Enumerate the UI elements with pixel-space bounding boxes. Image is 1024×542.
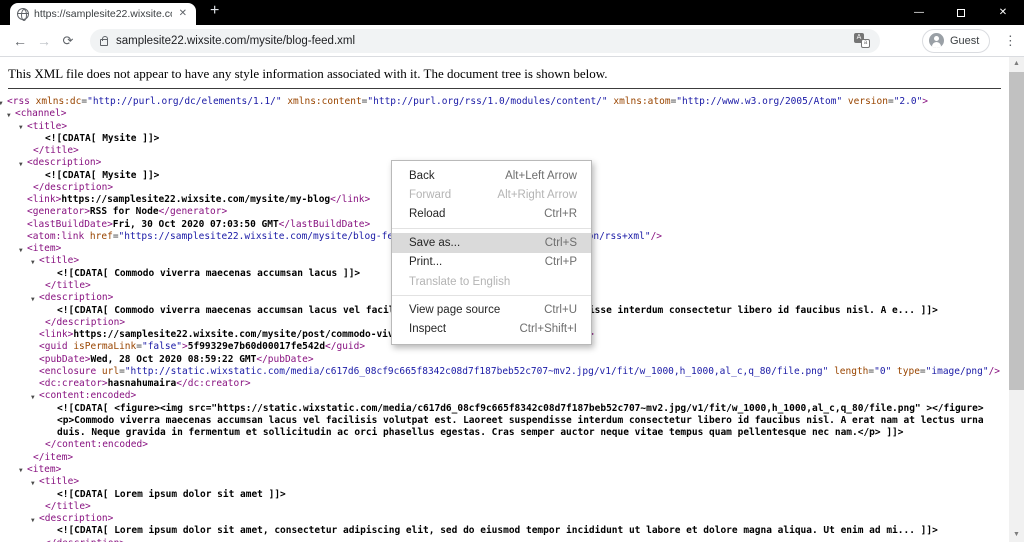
menu-separator <box>392 228 591 230</box>
context-menu-item-translate-to-english[interactable]: Translate to English <box>392 272 591 291</box>
scrollbar-thumb[interactable] <box>1009 72 1024 390</box>
menu-item-shortcut: Alt+Left Arrow <box>505 169 577 182</box>
close-window-button[interactable]: ✕ <box>982 0 1024 25</box>
restore-icon <box>957 8 965 17</box>
menu-item-shortcut: Ctrl+P <box>544 256 577 269</box>
xml-line: duis. Neque gravida in fermentum et soll… <box>57 427 904 439</box>
menu-item-shortcut: Ctrl+S <box>544 236 577 249</box>
context-menu-item-view-page-source[interactable]: View page source Ctrl+U <box>392 300 591 319</box>
address-bar[interactable]: samplesite22.wixsite.com/mysite/blog-fee… <box>90 28 880 53</box>
context-menu-item-print[interactable]: Print... Ctrl+P <box>392 253 591 272</box>
xml-line: <dc:creator>hasnahumaira</dc:creator> <box>39 378 251 390</box>
xml-line: <![CDATA[ Mysite ]]> <box>45 132 160 144</box>
vertical-scrollbar[interactable]: ▲ ▼ <box>1009 57 1024 542</box>
xml-line: <![CDATA[ Lorem ipsum dolor sit amet, co… <box>57 525 938 537</box>
menu-item-label: Inspect <box>409 323 447 336</box>
context-menu: Back Alt+Left Arrow Forward Alt+Right Arrow… <box>391 160 592 346</box>
forward-button-icon[interactable]: → <box>32 33 56 49</box>
xml-style-notice: This XML file does not appear to have an… <box>8 66 608 81</box>
menu-item-shortcut: Ctrl+R <box>544 208 577 221</box>
xml-line: ▼ <rss xmlns:dc="http://purl.org/dc/eleme… <box>0 96 1009 108</box>
restore-button[interactable] <box>940 0 982 25</box>
translate-icon[interactable]: A a <box>854 33 870 48</box>
browser-menu-dots-icon[interactable]: ⋮ <box>1000 33 1020 49</box>
xml-line: </item> <box>33 451 74 463</box>
notice-divider <box>8 88 1001 89</box>
reload-button-icon[interactable]: ⟳ <box>56 33 80 49</box>
xml-line: <![CDATA[ <figure><img src="https://stat… <box>57 402 984 414</box>
window-controls: — ✕ <box>898 0 1024 25</box>
xml-line: <enclosure url="http://static.wixstatic.… <box>39 365 1001 377</box>
minimize-button[interactable]: — <box>898 0 940 25</box>
xml-line: ▼ <title> <box>0 121 1009 133</box>
menu-item-label: Save as... <box>409 236 461 249</box>
context-menu-item-save-as[interactable]: Save as... Ctrl+S <box>392 233 591 253</box>
back-button-icon[interactable]: ← <box>8 33 32 49</box>
context-menu-item-back[interactable]: Back Alt+Left Arrow <box>392 166 591 185</box>
lock-icon[interactable] <box>100 35 108 46</box>
browser-toolbar: ← → ⟳ samplesite22.wixsite.com/mysite/bl… <box>0 25 1024 57</box>
menu-item-label: Print... <box>409 256 443 269</box>
context-menu-item-reload[interactable]: Reload Ctrl+R <box>392 205 591 224</box>
guest-profile-chip[interactable]: Guest <box>922 28 991 53</box>
browser-tab[interactable]: https://samplesite22.wixsite.com/ ✕ <box>10 3 196 25</box>
menu-item-label: Translate to English <box>409 275 511 288</box>
xml-line: ▼ <title> <box>0 476 1009 488</box>
person-avatar-icon <box>929 33 944 48</box>
menu-item-label: Forward <box>409 189 452 202</box>
menu-item-shortcut: Ctrl+Shift+I <box>519 323 577 336</box>
menu-item-shortcut: Alt+Right Arrow <box>497 189 577 202</box>
xml-line: ▼ <channel> <box>0 108 1009 120</box>
context-menu-item-inspect[interactable]: Inspect Ctrl+Shift+I <box>392 320 591 339</box>
xml-line: </title> <box>45 500 91 512</box>
tab-favicon-globe-icon <box>17 8 29 21</box>
xml-line: </content:encoded> <box>45 439 148 451</box>
guest-label: Guest <box>950 34 980 47</box>
menu-item-label: Back <box>409 169 435 182</box>
tab-title: https://samplesite22.wixsite.com/ <box>34 8 172 20</box>
xml-line: ▼ <content:encoded> <box>0 390 1009 402</box>
xml-line: <![CDATA[ Lorem ipsum dolor sit amet ]]> <box>57 488 286 500</box>
scrollbar-down-icon[interactable]: ▼ <box>1009 528 1024 542</box>
xml-line: <pubDate>Wed, 28 Oct 2020 08:59:22 GMT</… <box>39 353 314 365</box>
new-tab-button[interactable]: + <box>206 2 223 20</box>
menu-separator <box>392 295 591 297</box>
xml-line: <p>Commodo viverra maecenas accumsan lac… <box>57 414 984 426</box>
xml-line: ▼ <description> <box>0 513 1009 525</box>
xml-line: ▼ <item> <box>0 464 1009 476</box>
tab-close-icon[interactable]: ✕ <box>177 8 189 20</box>
context-menu-item-forward[interactable]: Forward Alt+Right Arrow <box>392 185 591 204</box>
menu-item-shortcut: Ctrl+U <box>544 304 577 317</box>
xml-line: </description> <box>0 538 1009 542</box>
xml-line: </title> <box>33 145 79 157</box>
menu-item-label: Reload <box>409 208 446 221</box>
scrollbar-up-icon[interactable]: ▲ <box>1009 57 1024 71</box>
url-text[interactable]: samplesite22.wixsite.com/mysite/blog-fee… <box>116 35 355 47</box>
menu-item-label: View page source <box>409 304 501 317</box>
titlebar: https://samplesite22.wixsite.com/ ✕ + — … <box>0 0 1024 25</box>
